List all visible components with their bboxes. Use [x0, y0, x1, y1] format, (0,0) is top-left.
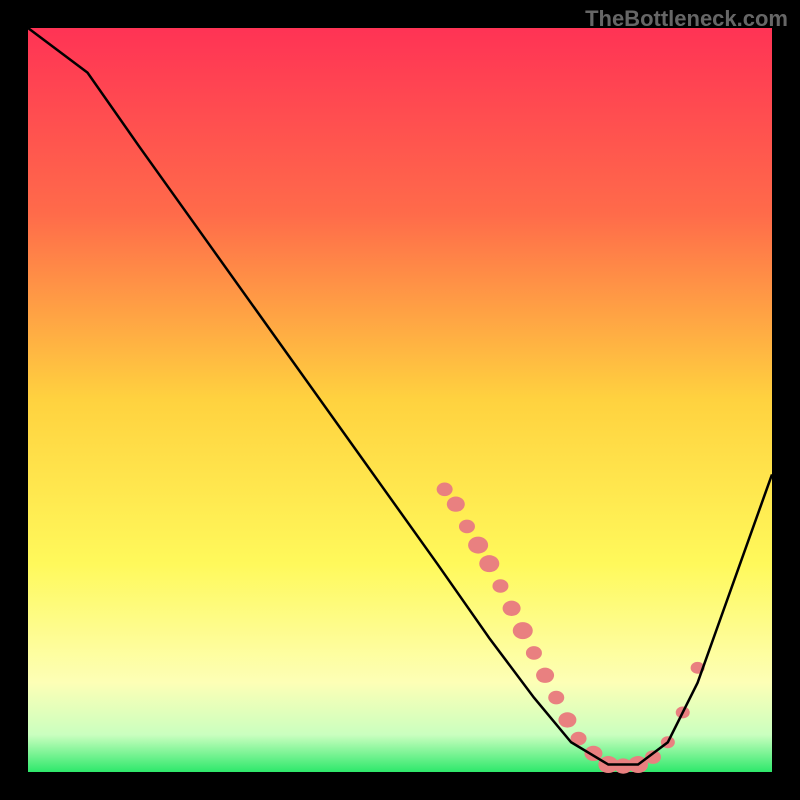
bottleneck-curve-chart — [0, 0, 800, 800]
chart-container: TheBottleneck.com — [0, 0, 800, 800]
attribution-label: TheBottleneck.com — [585, 6, 788, 32]
data-marker — [548, 691, 564, 705]
data-marker — [513, 622, 533, 639]
data-marker — [447, 497, 465, 512]
data-marker — [536, 668, 554, 683]
data-marker — [459, 520, 475, 534]
data-marker — [558, 712, 576, 727]
data-marker — [437, 482, 453, 496]
data-marker — [526, 646, 542, 660]
heatmap-background — [28, 28, 772, 772]
data-marker — [479, 555, 499, 572]
data-marker — [468, 537, 488, 554]
data-marker — [503, 601, 521, 616]
data-marker — [492, 579, 508, 593]
